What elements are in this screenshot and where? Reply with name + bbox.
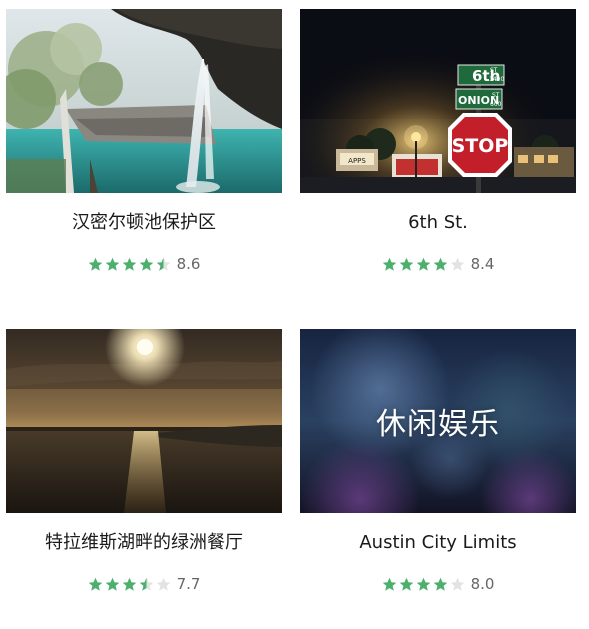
waterfall-grotto-image	[6, 9, 282, 193]
star-filled-icon	[122, 577, 136, 591]
attraction-title[interactable]: 汉密尔顿池保护区	[6, 211, 282, 235]
star-filled-icon	[105, 257, 119, 271]
sign-1400-text: 1400	[489, 76, 504, 83]
star-rating	[382, 577, 467, 592]
star-rating	[88, 257, 173, 272]
star-filled-icon	[433, 577, 447, 591]
star-filled-icon	[105, 577, 119, 591]
rating-score: 8.0	[470, 575, 495, 593]
svg-text:APPS: APPS	[348, 157, 366, 165]
attraction-title[interactable]: 特拉维斯湖畔的绿洲餐厅	[6, 531, 282, 555]
attraction-photo-oasis[interactable]	[6, 329, 282, 513]
attraction-title[interactable]: Austin City Limits	[300, 531, 576, 555]
rating-row: 8.4	[300, 255, 576, 273]
attraction-photo-hamilton-pool[interactable]	[6, 9, 282, 193]
star-filled-icon	[399, 577, 413, 591]
rating-row: 8.0	[300, 575, 576, 593]
star-filled-icon	[416, 577, 430, 591]
star-filled-icon	[382, 257, 396, 271]
star-half-icon	[139, 577, 153, 591]
star-filled-icon	[88, 257, 102, 271]
lake-sunset-image	[6, 329, 282, 513]
star-filled-icon	[88, 577, 102, 591]
rating-score: 8.6	[176, 255, 201, 273]
star-filled-icon	[139, 257, 153, 271]
attraction-card[interactable]: APPS 6th ST 1400 ONION ST 600 STOP 6th S…	[300, 9, 576, 309]
attractions-grid: 汉密尔顿池保护区 8.6 APPS 6th ST 1400 ONION ST 6…	[0, 0, 589, 607]
star-filled-icon	[433, 257, 447, 271]
sign-st2-text: ST	[492, 92, 500, 99]
star-filled-icon	[382, 577, 396, 591]
night-street-image: APPS 6th ST 1400 ONION ST 600 STOP	[300, 9, 576, 193]
star-filled-icon	[399, 257, 413, 271]
attraction-card[interactable]: 汉密尔顿池保护区 8.6	[6, 9, 282, 309]
star-half-icon	[156, 257, 170, 271]
attraction-photo-6th-street[interactable]: APPS 6th ST 1400 ONION ST 600 STOP	[300, 9, 576, 193]
attraction-title[interactable]: 6th St.	[300, 211, 576, 235]
category-overlay-label: 休闲娱乐	[376, 407, 500, 442]
sign-st-text: ST	[490, 67, 498, 74]
attraction-photo-acl[interactable]: 休闲娱乐	[300, 329, 576, 513]
rating-row: 7.7	[6, 575, 282, 593]
rating-score: 8.4	[470, 255, 495, 273]
rating-score: 7.7	[176, 575, 201, 593]
star-filled-icon	[416, 257, 430, 271]
attraction-card[interactable]: 休闲娱乐 Austin City Limits 8.0	[300, 329, 576, 629]
stop-sign-text: STOP	[452, 135, 509, 157]
star-rating	[382, 257, 467, 272]
star-filled-icon	[122, 257, 136, 271]
rating-row: 8.6	[6, 255, 282, 273]
star-rating	[88, 577, 173, 592]
star-empty-icon	[450, 257, 464, 271]
star-empty-icon	[450, 577, 464, 591]
sign-600-text: 600	[490, 101, 502, 108]
attraction-card[interactable]: 特拉维斯湖畔的绿洲餐厅 7.7	[6, 329, 282, 629]
star-empty-icon	[156, 577, 170, 591]
